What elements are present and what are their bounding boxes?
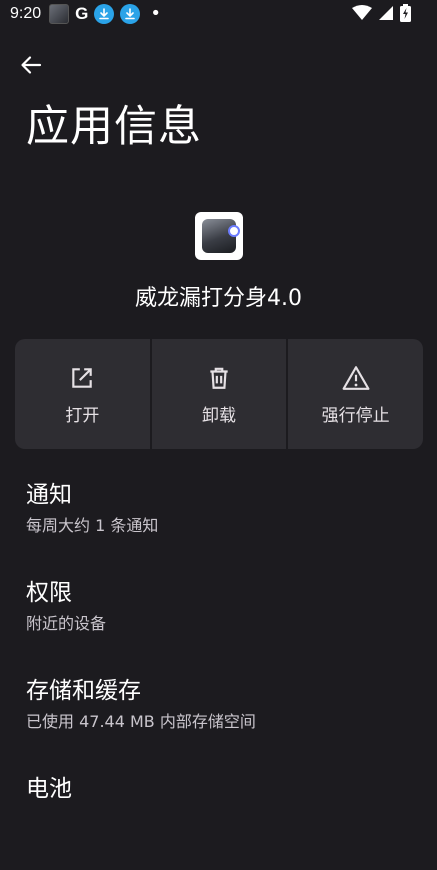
list-item-title: 权限 [26, 580, 72, 606]
force-stop-button-label: 强行停止 [321, 406, 390, 426]
warning-icon [342, 366, 370, 390]
uninstall-button[interactable]: 卸载 [151, 339, 287, 449]
page-title: 应用信息 [26, 102, 202, 152]
list-item-notifications[interactable]: 通知 每周大约 1 条通知 [26, 478, 416, 576]
list-item-battery[interactable]: 电池 [26, 772, 416, 870]
open-button[interactable]: 打开 [15, 339, 150, 449]
force-stop-button[interactable]: 强行停止 [288, 339, 424, 449]
app-name: 威龙漏打分身4.0 [135, 286, 302, 311]
list-item-subtitle: 每周大约 1 条通知 [26, 516, 159, 535]
list-item-storage[interactable]: 存储和缓存 已使用 47.44 MB 内部存储空间 [26, 674, 416, 772]
battery-icon [400, 4, 411, 26]
list-item-title: 电池 [26, 776, 72, 802]
open-button-label: 打开 [65, 406, 100, 426]
signal-icon [378, 5, 394, 25]
status-bar: 9:20 G • [0, 0, 437, 28]
notification-avatar-icon [49, 4, 70, 24]
wifi-icon [352, 5, 372, 25]
download-notification-icon [120, 4, 141, 24]
google-icon: G [75, 4, 89, 23]
list-item-subtitle: 已使用 47.44 MB 内部存储空间 [26, 712, 256, 731]
back-button[interactable] [14, 48, 48, 82]
settings-list: 通知 每周大约 1 条通知 权限 附近的设备 存储和缓存 已使用 47.44 M… [26, 478, 416, 870]
app-logo-icon [202, 219, 240, 253]
action-bar: 打开 卸载 强行停止 [15, 339, 424, 449]
status-time: 9:20 [10, 5, 42, 22]
more-notifications-dot-icon: • [150, 3, 161, 24]
list-item-subtitle: 附近的设备 [26, 614, 107, 633]
app-icon [195, 212, 243, 260]
open-external-icon [72, 368, 93, 388]
uninstall-button-label: 卸载 [202, 406, 236, 426]
list-item-permissions[interactable]: 权限 附近的设备 [26, 576, 416, 674]
list-item-title: 存储和缓存 [26, 678, 141, 704]
arrow-back-icon [21, 56, 42, 74]
trash-icon [210, 367, 228, 389]
list-item-title: 通知 [26, 482, 72, 508]
download-notification-icon [94, 4, 115, 24]
